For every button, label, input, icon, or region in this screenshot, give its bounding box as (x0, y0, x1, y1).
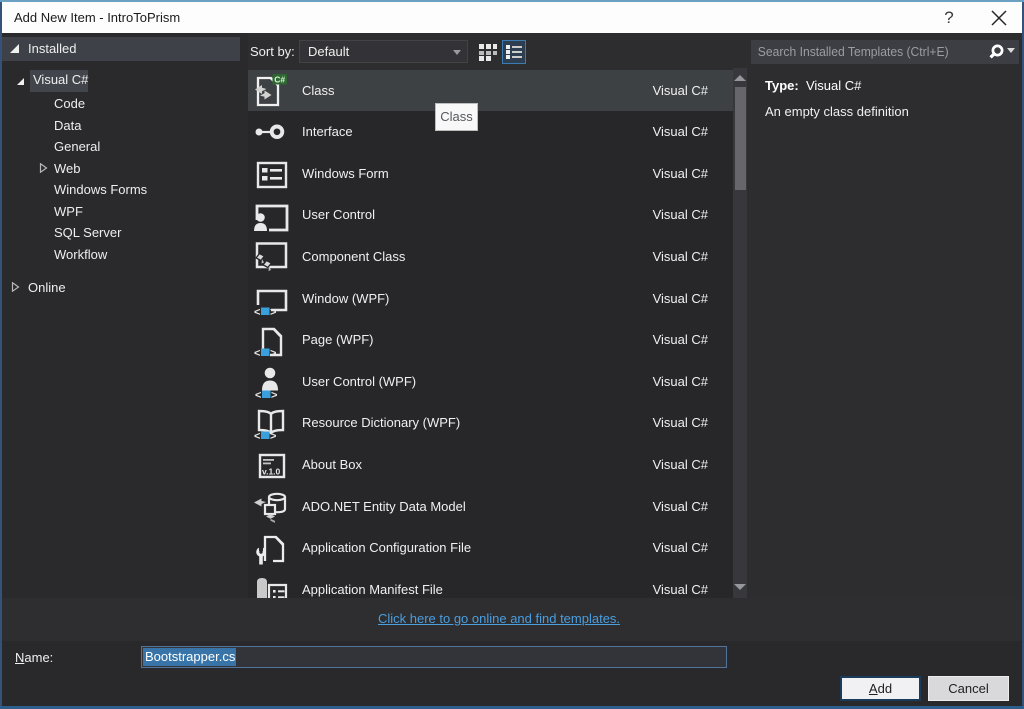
svg-text:v.1.0: v.1.0 (262, 467, 281, 477)
svg-text:<: < (254, 348, 260, 358)
svg-text:C#: C# (274, 74, 285, 84)
svg-text:>: > (270, 306, 276, 316)
svg-text:>: > (270, 348, 276, 358)
svg-text:<: < (254, 431, 260, 441)
svg-text:<: < (254, 306, 260, 316)
svg-text:>: > (271, 389, 277, 399)
svg-text:>: > (270, 431, 276, 441)
svg-text:<: < (255, 389, 261, 399)
